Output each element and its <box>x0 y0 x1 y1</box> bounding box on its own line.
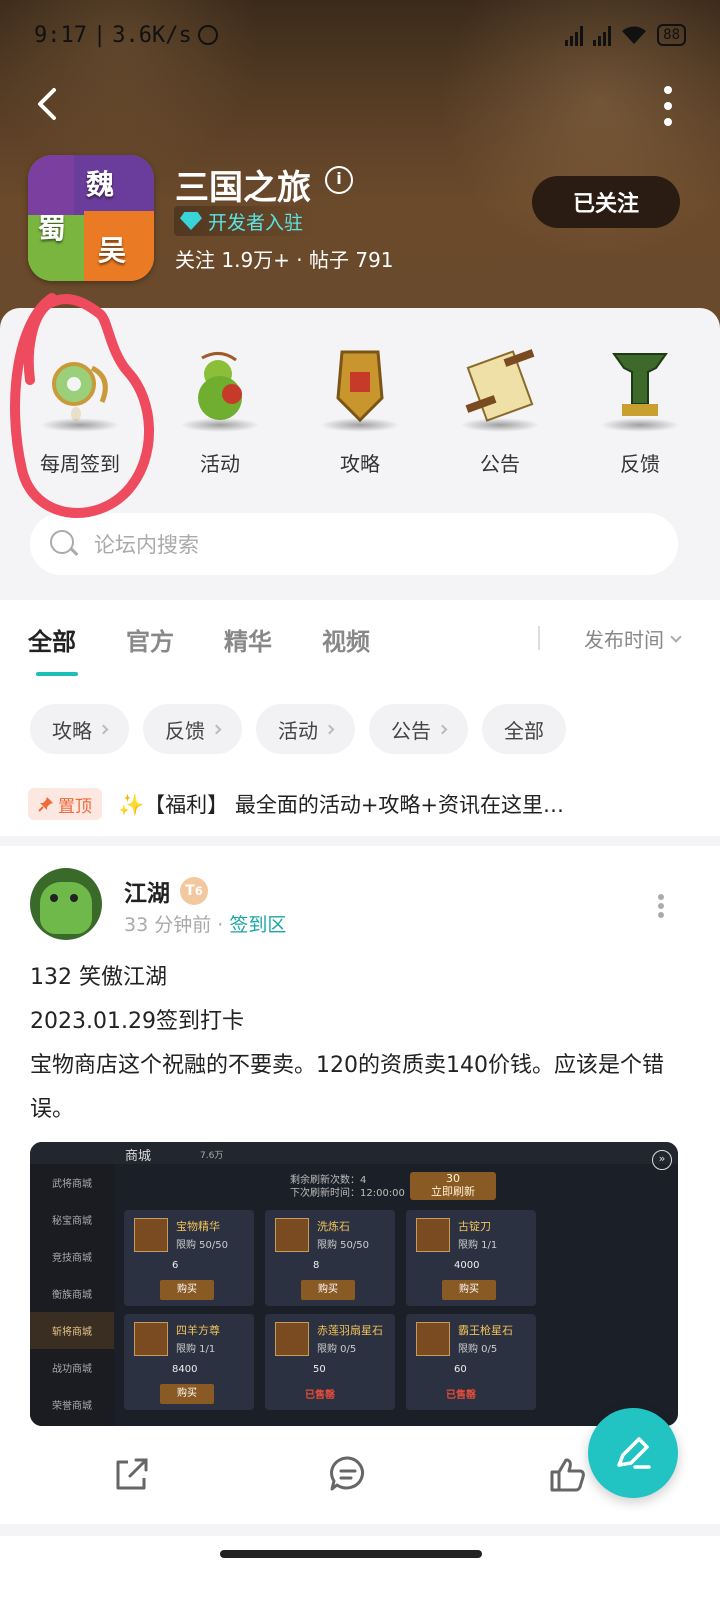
chip-all[interactable]: 全部 <box>482 704 566 754</box>
post-line: 132 笑傲江湖 <box>30 965 167 990</box>
tab-official[interactable]: 官方 <box>126 622 174 657</box>
like-icon[interactable] <box>548 1454 588 1494</box>
chip-feedback[interactable]: 反馈 <box>143 704 242 754</box>
tab-video[interactable]: 视频 <box>322 622 370 657</box>
shortcut-label: 攻略 <box>340 452 380 476</box>
signal-icon <box>565 24 584 46</box>
shop-title: 商城 <box>125 1149 152 1164</box>
signal-icon-2 <box>593 24 612 46</box>
wifi-icon <box>622 26 647 44</box>
scroll-icon <box>452 338 548 434</box>
post-author[interactable]: 江湖 <box>124 874 170 908</box>
developer-badge-label: 开发者入驻 <box>208 211 304 234</box>
active-tab-indicator <box>36 672 78 676</box>
shortcut-feedback[interactable]: 反馈 <box>572 338 708 477</box>
forum-stats: 关注 1.9万+ · 帖子 791 <box>175 248 394 272</box>
icon-char-wei: 魏 <box>86 168 115 201</box>
cauldron-icon <box>592 338 688 434</box>
shop-sidebar: 武将商城 秘宝商城 竞技商城 衡族商城 斩将商城 战功商城 荣誉商城 <box>30 1164 114 1426</box>
back-arrow-icon[interactable] <box>28 84 68 124</box>
chip-announcements[interactable]: 公告 <box>369 704 468 754</box>
search-placeholder: 论坛内搜索 <box>94 533 199 557</box>
more-options-icon[interactable] <box>662 86 674 126</box>
chevron-right-icon <box>211 724 222 734</box>
chip-events[interactable]: 活动 <box>256 704 355 754</box>
shortcut-label: 反馈 <box>620 452 660 476</box>
avatar[interactable] <box>30 868 102 940</box>
icon-char-shu: 蜀 <box>38 212 67 245</box>
follow-button[interactable]: 已关注 <box>532 176 680 228</box>
alarm-icon <box>197 25 218 45</box>
battery-indicator: 88 <box>657 24 686 46</box>
chevron-right-icon <box>437 724 448 734</box>
comment-icon[interactable] <box>328 1454 368 1494</box>
pen-icon <box>617 1437 651 1469</box>
sort-dropdown[interactable]: 发布时间 <box>584 624 682 653</box>
shop-close-icon: » <box>652 1150 672 1170</box>
pinned-badge: 置顶 <box>28 788 102 820</box>
search-icon <box>48 528 80 560</box>
shortcut-guides[interactable]: 攻略 <box>292 338 428 477</box>
bottom-divider <box>0 1524 720 1536</box>
post-line: 2023.01.29签到打卡 <box>30 1009 244 1034</box>
shop-item: 宝物精华 限购 50/50 6 购买 <box>124 1210 254 1306</box>
shop-item: 洗炼石 限购 50/50 8 购买 <box>265 1210 395 1306</box>
pinned-post[interactable]: 置顶 ✨【福利】 最全面的活动+攻略+资讯在这里… <box>28 788 688 820</box>
pin-icon <box>38 797 53 812</box>
home-indicator[interactable] <box>220 1550 482 1558</box>
shop-item: 赤莲羽扇星石 限购 0/5 50 已售罄 <box>265 1314 395 1410</box>
annotation-circle <box>10 293 154 518</box>
badge-icon <box>312 338 408 434</box>
category-chips: 攻略 反馈 活动 公告 全部 <box>30 704 566 754</box>
tab-featured[interactable]: 精华 <box>224 622 272 657</box>
post-more-icon[interactable] <box>658 894 666 918</box>
icon-char-wu: 吴 <box>98 234 127 267</box>
shop-coin: 7.6万 <box>200 1151 224 1161</box>
sort-label: 发布时间 <box>584 628 664 652</box>
status-time: 9:17 <box>34 22 87 48</box>
shortcut-label: 公告 <box>480 452 520 476</box>
chevron-right-icon <box>324 724 335 734</box>
shortcut-announcements[interactable]: 公告 <box>432 338 568 477</box>
info-icon[interactable]: i <box>325 166 353 194</box>
post-body[interactable]: 132 笑傲江湖 2023.01.29签到打卡 宝物商店这个祝融的不要卖。120… <box>30 956 690 1132</box>
tab-divider <box>538 626 540 650</box>
developer-badge[interactable]: 开发者入驻 <box>174 206 316 236</box>
share-icon[interactable] <box>112 1454 152 1494</box>
shop-refresh-info: 剩余刷新次数：4 下次刷新时间：12:00:00 <box>290 1175 405 1199</box>
post-time: 33 分钟前 <box>124 914 212 936</box>
compose-post-button[interactable] <box>588 1408 678 1498</box>
chevron-right-icon <box>98 724 109 734</box>
shop-item: 四羊方尊 限购 1/1 8400 购买 <box>124 1314 254 1410</box>
post-section-link[interactable]: 签到区 <box>229 914 286 936</box>
chevron-down-icon <box>670 630 682 643</box>
app-icon: 魏 蜀 吴 <box>28 155 154 281</box>
post-meta: 33 分钟前 · 签到区 <box>124 914 287 936</box>
section-divider <box>0 836 720 846</box>
shop-item: 霸王枪星石 限购 0/5 60 已售罄 <box>406 1314 536 1410</box>
tab-all[interactable]: 全部 <box>28 622 76 657</box>
status-bar: 9:17 | 3.6K/s 88 <box>34 18 686 52</box>
shortcut-events[interactable]: 活动 <box>152 338 288 477</box>
shortcut-label: 活动 <box>200 452 240 476</box>
chip-guides[interactable]: 攻略 <box>30 704 129 754</box>
shop-item: 古锭刀 限购 1/1 4000 购买 <box>406 1210 536 1306</box>
forum-title: 三国之旅 <box>175 168 311 208</box>
post-line: 宝物商店这个祝融的不要卖。120的资质卖140价钱。应该是个错误。 <box>30 1053 664 1122</box>
post-image[interactable]: 商城 7.6万 武将商城 秘宝商城 竞技商城 衡族商城 斩将商城 战功商城 荣誉… <box>30 1142 678 1426</box>
user-level-badge: T6 <box>180 877 208 905</box>
gourd-icon <box>172 338 268 434</box>
diamond-icon <box>180 212 202 230</box>
shop-refresh-button: 30 立即刷新 <box>410 1172 496 1200</box>
status-net-speed: 3.6K/s <box>112 22 192 48</box>
pinned-title: ✨【福利】 最全面的活动+攻略+资讯在这里… <box>118 793 565 817</box>
